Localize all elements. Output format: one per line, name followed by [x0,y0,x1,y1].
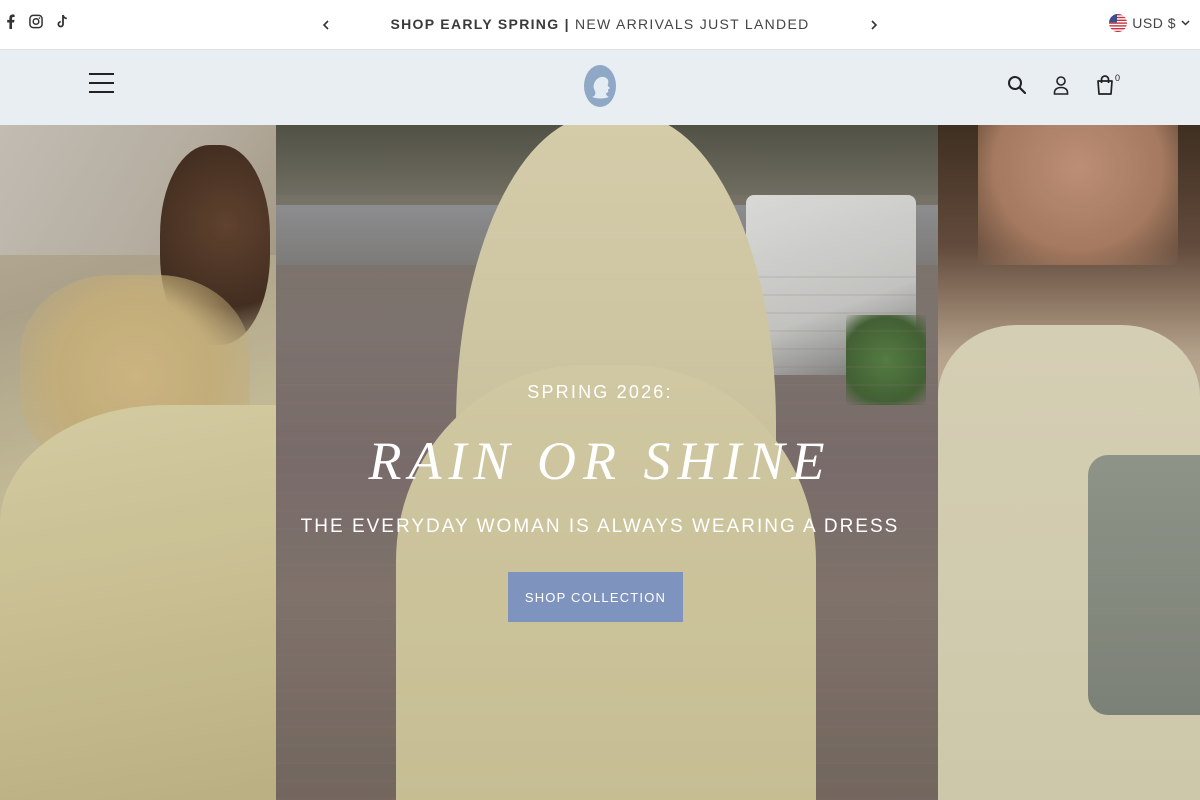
cart-icon[interactable] [1094,73,1116,97]
currency-label: USD $ [1132,15,1176,31]
hero-banner: SPRING 2026: RAIN OR SHINE THE EVERYDAY … [0,125,1200,800]
hero-subtitle: SPRING 2026: [527,382,673,402]
hero-tagline: THE EVERYDAY WOMAN IS ALWAYS WEARING A D… [300,516,900,537]
currency-selector[interactable]: USD $ [1109,14,1190,32]
announcement-bar: SHOP EARLY SPRING | NEW ARRIVALS JUST LA… [0,0,1200,50]
search-icon[interactable] [1006,73,1028,97]
chevron-right-icon [871,20,878,30]
facebook-icon[interactable] [3,13,17,29]
cart-count-badge: 0 [1115,73,1121,83]
logo[interactable] [583,64,617,108]
announcement-text[interactable]: SHOP EARLY SPRING | NEW ARRIVALS JUST LA… [340,16,860,32]
announcement-prev-button[interactable] [318,13,334,37]
account-icon[interactable] [1050,73,1072,97]
chevron-down-icon [1181,20,1190,26]
social-links [3,13,69,29]
announcement-message: NEW ARRIVALS JUST LANDED [569,16,810,32]
instagram-icon[interactable] [29,13,43,29]
menu-icon[interactable] [89,73,115,95]
announcement-next-button[interactable] [866,13,882,37]
hero-title: RAIN OR SHINE [368,431,832,491]
site-header: 0 [0,50,1200,125]
us-flag-icon [1109,14,1128,32]
announcement-bold: SHOP EARLY SPRING | [390,16,570,32]
tiktok-icon[interactable] [55,13,69,29]
chevron-left-icon [322,20,329,30]
shop-collection-button[interactable]: SHOP COLLECTION [508,572,683,622]
